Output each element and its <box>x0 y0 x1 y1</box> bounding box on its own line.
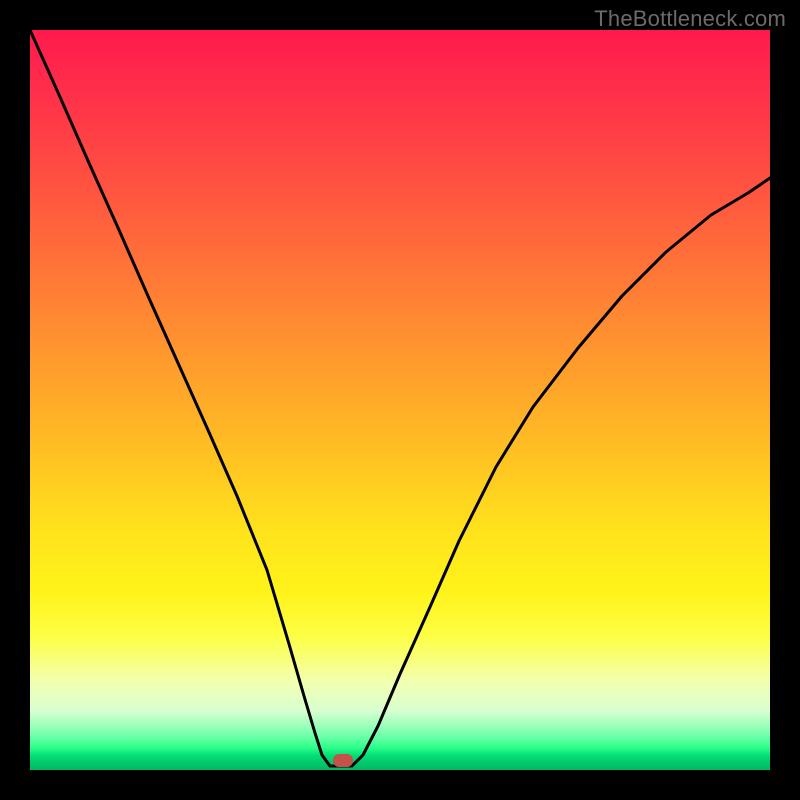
watermark-text: TheBottleneck.com <box>594 6 786 32</box>
curve-path <box>30 30 770 766</box>
bottleneck-curve <box>30 30 770 770</box>
optimal-point-marker <box>333 754 353 767</box>
